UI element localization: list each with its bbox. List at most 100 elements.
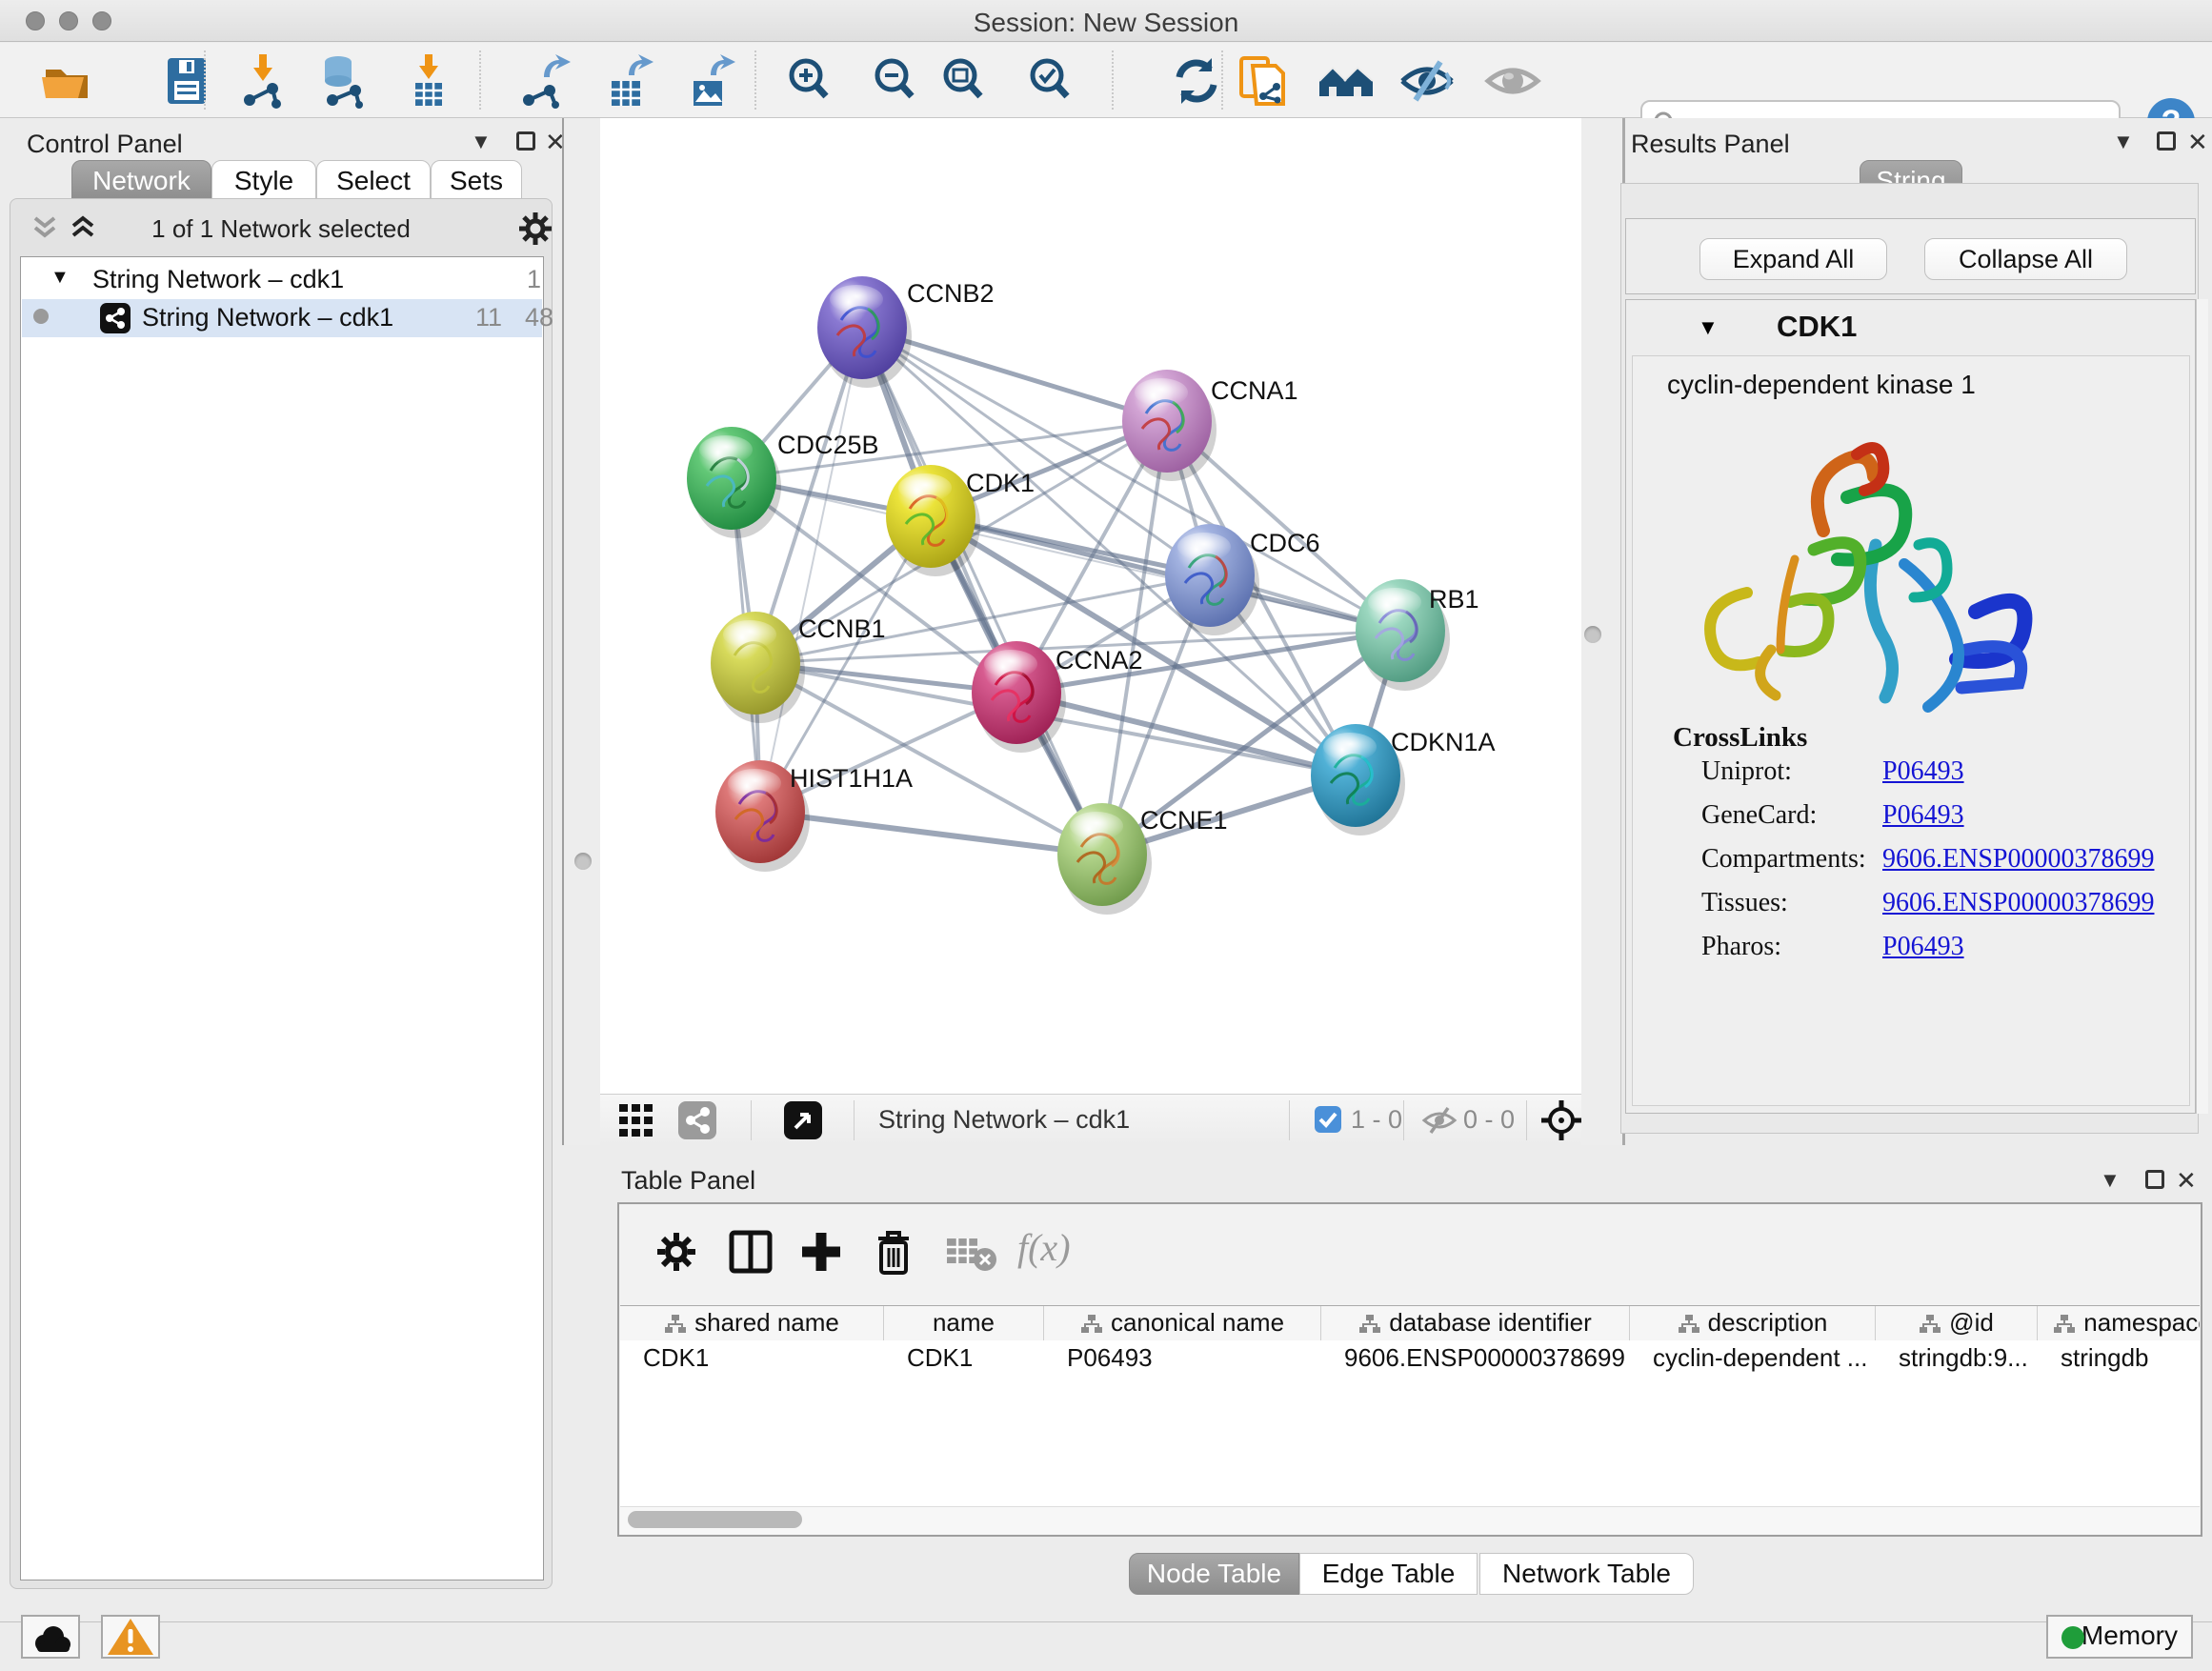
left-splitter[interactable] [562,118,600,1145]
cell-description[interactable]: cyclin-dependent ... [1653,1340,1872,1375]
node-RB1[interactable]: RB1 [1356,579,1479,691]
control-panel-menu-icon[interactable]: ▼ [471,130,492,154]
expand-all-button[interactable]: Expand All [1699,238,1887,280]
results-panel-close-icon[interactable]: ✕ [2187,128,2208,157]
results-scrollbar[interactable] [2196,299,2208,1114]
cell-name[interactable]: CDK1 [907,1340,1040,1375]
node-CDKN1A[interactable]: CDKN1A [1311,724,1496,836]
node-CDK1[interactable]: CDK1 [886,465,1035,576]
import-table-file-icon[interactable] [400,52,457,110]
refresh-icon[interactable] [1168,52,1225,110]
export-network-icon[interactable] [515,52,573,110]
cell-shared-name[interactable]: CDK1 [643,1340,880,1375]
cell-@id[interactable]: stringdb:9... [1899,1340,2034,1375]
memory-button[interactable]: Memory [2046,1615,2193,1659]
crosslink-link[interactable]: P06493 [1882,800,1964,830]
node-CCNA1[interactable]: CCNA1 [1122,370,1298,481]
split-columns-icon[interactable] [726,1227,775,1277]
open-in-window-icon[interactable] [784,1101,822,1139]
network-row-selected[interactable]: String Network – cdk1 11 48 [22,299,542,337]
zoom-out-icon[interactable] [867,52,924,110]
network-current-dot-icon [33,309,49,324]
add-column-icon[interactable] [796,1227,846,1277]
save-session-icon[interactable] [158,52,215,110]
column-header-description[interactable]: description [1630,1306,1876,1340]
crosslink-link[interactable]: P06493 [1882,932,1964,961]
import-network-database-icon[interactable] [315,52,372,110]
export-image-icon[interactable] [682,52,739,110]
column-header-shared-name[interactable]: shared name [620,1306,884,1340]
tab-network[interactable]: Network [71,160,211,202]
protein-collapse-icon[interactable]: ▼ [1698,315,1719,340]
results-panel-menu-icon[interactable]: ▼ [2113,130,2134,154]
table-settings-gear-icon[interactable] [654,1229,699,1275]
column-header-name[interactable]: name [884,1306,1044,1340]
hide-selected-eye-slash-icon[interactable] [1398,52,1456,110]
table-hscrollbar-thumb[interactable] [628,1511,802,1528]
node-CCNB2[interactable]: CCNB2 [817,276,995,388]
open-session-icon[interactable] [38,52,95,110]
zoom-in-icon[interactable] [781,52,838,110]
crosslink-link[interactable]: 9606.ENSP00000378699 [1882,844,2154,874]
cloud-button[interactable] [21,1615,80,1659]
grid-view-icon[interactable] [619,1104,654,1137]
network-options-gear-icon[interactable] [517,211,553,247]
delete-table-icon[interactable] [945,1235,998,1273]
table-panel-float-icon[interactable] [2145,1170,2164,1189]
cloud-icon [25,1619,78,1659]
table-panel-close-icon[interactable]: ✕ [2176,1166,2197,1196]
cell-namespace[interactable]: stringdb [2061,1340,2200,1375]
column-header-@id[interactable]: @id [1876,1306,2038,1340]
node-CCNE1[interactable]: CCNE1 [1057,803,1228,915]
tab-select[interactable]: Select [316,160,431,202]
crosslinks-title: CrossLinks [1673,722,1807,754]
table-panel-menu-icon[interactable]: ▼ [2100,1168,2121,1193]
selected-checkbox[interactable] [1315,1106,1341,1133]
cell-canonical-name[interactable]: P06493 [1067,1340,1317,1375]
node-CDC6[interactable]: CDC6 [1165,524,1320,635]
crosslink-link[interactable]: 9606.ENSP00000378699 [1882,888,2154,917]
node-CCNA2[interactable]: CCNA2 [972,641,1143,753]
birds-eye-icon[interactable] [1539,1098,1583,1142]
warnings-button[interactable] [101,1615,160,1659]
node-label-CCNB1: CCNB1 [798,614,886,643]
network-canvas[interactable]: CCNB2 CCNA1 CDC25BCDK1 CDC6 RB1 CCNB1 CCNA2 CDK… [600,118,1581,1094]
column-header-database-identifier[interactable]: database identifier [1321,1306,1630,1340]
tab-network-table[interactable]: Network Table [1479,1553,1694,1595]
node-table[interactable]: shared namenamecanonical namedatabase id… [620,1305,2200,1506]
tab-edge-table[interactable]: Edge Table [1299,1553,1478,1595]
delete-column-icon[interactable] [869,1225,918,1278]
cell-database-identifier[interactable]: 9606.ENSP00000378699 [1344,1340,1626,1375]
collection-expand-icon[interactable]: ▼ [50,267,70,289]
import-network-file-icon[interactable] [234,52,292,110]
right-splitter-handle[interactable] [1584,626,1601,643]
network-collection-row[interactable]: ▼ String Network – cdk1 1 [22,261,542,299]
crosslink-label: Pharos: [1701,932,1882,962]
column-header-namespace[interactable]: namespace [2038,1306,2200,1340]
control-panel-float-icon[interactable] [516,131,535,151]
edge-CCNB2-HIST1H1A[interactable] [760,328,862,812]
home-icon[interactable] [1317,52,1375,110]
zoom-selected-icon[interactable] [1022,52,1079,110]
clone-network-icon[interactable] [1234,52,1291,110]
crosslink-link[interactable]: P06493 [1882,756,1964,786]
edge-CCNA1-CCNE1[interactable] [1102,421,1167,855]
tab-sets[interactable]: Sets [431,160,522,202]
results-panel-float-icon[interactable] [2157,131,2176,151]
tab-style[interactable]: Style [211,160,316,202]
table-hscrollbar[interactable] [620,1506,2200,1535]
node-label-CCNB2: CCNB2 [907,279,995,308]
edge-CCNE1-HIST1H1A[interactable] [760,812,1102,855]
tab-node-table[interactable]: Node Table [1129,1553,1299,1595]
export-table-icon[interactable] [600,52,657,110]
node-CCNB1[interactable]: CCNB1 [711,612,886,723]
string-network-graph[interactable]: CCNB2 CCNA1 CDC25BCDK1 CDC6 RB1 CCNB1 CCNA2 CDK… [600,118,1581,1094]
collapse-all-button[interactable]: Collapse All [1924,238,2127,280]
share-view-icon[interactable] [678,1101,716,1139]
column-header-canonical-name[interactable]: canonical name [1044,1306,1321,1340]
right-splitter[interactable] [1581,118,1625,1145]
node-CDC25B[interactable]: CDC25B [687,427,879,538]
zoom-fit-icon[interactable] [935,52,993,110]
show-all-eye-icon[interactable] [1484,52,1541,110]
left-splitter-handle[interactable] [574,853,592,870]
